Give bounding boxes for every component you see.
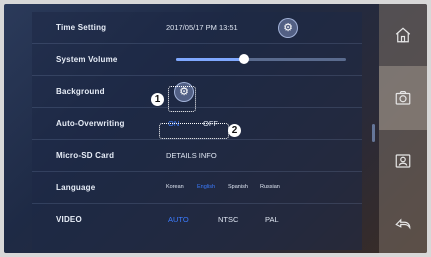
row-video: VIDEO AUTO NTSC PAL [32, 204, 362, 235]
background-highlight-box [168, 86, 196, 112]
contacts-button[interactable] [379, 130, 427, 192]
callout-2: 2 [228, 124, 241, 137]
camera-settings-icon [395, 91, 411, 105]
row-system-volume: System Volume [32, 44, 362, 76]
video-label: VIDEO [56, 215, 82, 224]
system-volume-label: System Volume [56, 55, 118, 64]
row-time-setting[interactable]: Time Setting 2017/05/17 PM 13:51 ⚙ [32, 12, 362, 44]
time-value: 2017/05/17 PM 13:51 [166, 23, 238, 32]
contacts-icon [395, 154, 411, 168]
language-option-russian[interactable]: Russian [260, 172, 280, 203]
language-option-korean[interactable]: Korean [166, 172, 184, 203]
volume-slider-knob[interactable] [239, 54, 249, 64]
side-nav [379, 4, 427, 253]
micro-sd-card-label: Micro-SD Card [56, 151, 115, 160]
video-option-pal[interactable]: PAL [265, 204, 279, 235]
back-button[interactable] [379, 192, 427, 253]
language-label: Language [56, 183, 96, 192]
video-option-ntsc[interactable]: NTSC [218, 204, 238, 235]
home-icon [395, 27, 411, 43]
video-option-auto[interactable]: AUTO [168, 204, 189, 235]
scroll-indicator[interactable] [372, 124, 375, 142]
background-label: Background [56, 87, 105, 96]
callout-1: 1 [151, 93, 164, 106]
auto-overwriting-label: Auto-Overwriting [56, 119, 125, 128]
language-option-english[interactable]: English [197, 172, 215, 203]
row-language: Language Korean English Spanish Russian [32, 172, 362, 204]
overwrite-highlight-box [159, 123, 229, 139]
row-micro-sd-card: Micro-SD Card DETAILS INFO [32, 140, 362, 172]
home-button[interactable] [379, 4, 427, 66]
row-background[interactable]: Background ⚙ [32, 76, 362, 108]
volume-slider[interactable] [176, 54, 346, 64]
language-option-spanish[interactable]: Spanish [228, 172, 248, 203]
time-setting-label: Time Setting [56, 23, 107, 32]
sd-details-info-button[interactable]: DETAILS INFO [166, 140, 217, 171]
settings-screen: Time Setting 2017/05/17 PM 13:51 ⚙ Syste… [4, 4, 427, 253]
volume-slider-fill [176, 58, 244, 61]
camera-settings-button[interactable] [379, 66, 427, 130]
back-icon [395, 218, 411, 230]
time-gear-icon[interactable]: ⚙ [278, 18, 298, 38]
